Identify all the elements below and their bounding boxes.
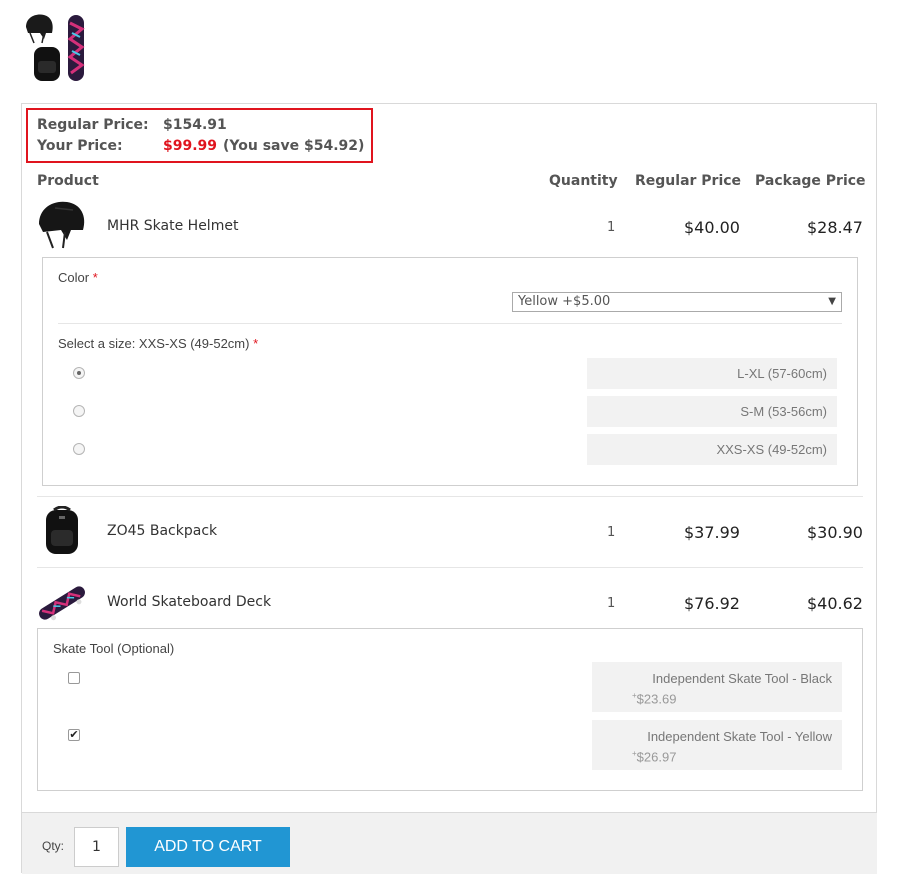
regular-price: $37.99 [684, 523, 740, 542]
add-to-cart-button[interactable]: ADD TO CART [126, 827, 290, 867]
tool-price: +$23.69 [632, 691, 677, 707]
regular-price: $76.92 [684, 594, 740, 613]
header-regular-price: Regular Price [635, 173, 742, 189]
color-select-value: Yellow +$5.00 [518, 294, 611, 309]
product-quantity: 1 [607, 596, 616, 611]
chevron-down-icon: ▼ [828, 296, 836, 307]
qty-label: Qty: [42, 839, 65, 853]
tool-name: Independent Skate Tool - Yellow [647, 729, 832, 744]
color-label: Color * [58, 270, 98, 285]
tool-checkbox-yellow[interactable]: ✔ [68, 729, 80, 741]
product-quantity: 1 [607, 525, 616, 540]
product-quantity: 1 [607, 220, 616, 235]
skate-tool-label: Skate Tool (Optional) [53, 641, 175, 656]
tool-option[interactable]: Independent Skate Tool - Yellow +$26.97 [592, 720, 842, 770]
tool-checkbox-black[interactable] [68, 672, 80, 684]
header-quantity: Quantity [549, 173, 618, 189]
divider [58, 323, 842, 324]
regular-price-value: $154.91 [163, 117, 227, 133]
package-price: $28.47 [807, 218, 863, 237]
size-option[interactable]: XXS-XS (49-52cm) [587, 434, 837, 465]
row-divider [37, 567, 863, 568]
size-option[interactable]: L-XL (57-60cm) [587, 358, 837, 389]
header-package-price: Package Price [755, 173, 866, 189]
size-radio-l-xl[interactable] [73, 367, 85, 379]
tool-price: +$26.97 [632, 749, 677, 765]
package-price: $30.90 [807, 523, 863, 542]
savings-text: (You save $54.92) [223, 138, 365, 154]
product-name[interactable]: World Skateboard Deck [107, 594, 271, 610]
your-price-value: $99.99 [163, 138, 218, 154]
package-price: $40.62 [807, 594, 863, 613]
regular-price-label: Regular Price: [37, 117, 149, 133]
size-label: Select a size: XXS-XS (49-52cm) * [58, 336, 259, 351]
tool-name: Independent Skate Tool - Black [652, 671, 832, 686]
checkmark-icon: ✔ [69, 728, 79, 741]
your-price-label: Your Price: [37, 138, 123, 154]
helmet-image [37, 200, 87, 252]
product-name[interactable]: MHR Skate Helmet [107, 218, 238, 234]
size-option[interactable]: S-M (53-56cm) [587, 396, 837, 427]
qty-input[interactable]: 1 [74, 827, 119, 867]
regular-price: $40.00 [684, 218, 740, 237]
tool-option[interactable]: Independent Skate Tool - Black +$23.69 [592, 662, 842, 712]
skateboard-image [35, 585, 89, 621]
size-radio-s-m[interactable] [73, 405, 85, 417]
row-divider [37, 496, 863, 497]
color-select[interactable]: Yellow +$5.00 ▼ [512, 292, 842, 312]
backpack-image [44, 505, 80, 556]
product-name[interactable]: ZO45 Backpack [107, 523, 217, 539]
header-product: Product [37, 173, 99, 189]
size-radio-xxs-xs[interactable] [73, 443, 85, 455]
bundle-image [24, 13, 88, 83]
